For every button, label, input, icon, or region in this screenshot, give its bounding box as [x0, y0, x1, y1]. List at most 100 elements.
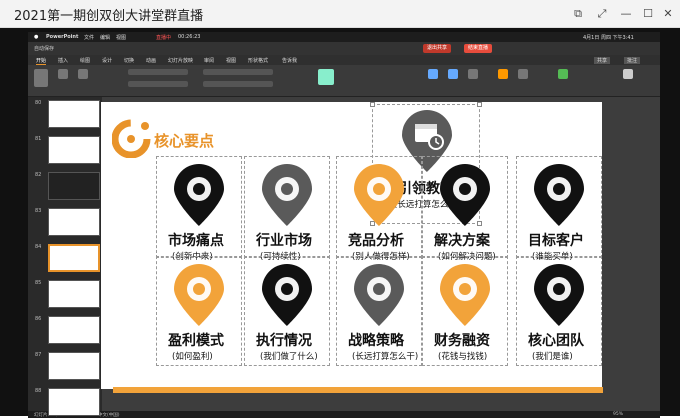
- pin-tools[interactable]: [170, 262, 228, 332]
- apple-icon[interactable]: ●: [34, 34, 38, 40]
- tab-slideshow[interactable]: 幻灯片放映: [168, 57, 193, 64]
- comment-button[interactable]: 批注: [624, 57, 641, 64]
- item-sub: (我们做了什么): [260, 352, 318, 362]
- slide-thumbnail[interactable]: [48, 100, 100, 128]
- pin-head-gear[interactable]: [436, 162, 494, 232]
- quick-access-bar: 自动保存 退出共享 结束直播: [28, 42, 660, 55]
- tab-review[interactable]: 审阅: [204, 57, 214, 64]
- thumbnail-number: 84: [35, 244, 42, 250]
- menu-view[interactable]: 视图: [116, 34, 126, 41]
- pin-window-icon[interactable]: ⧉: [570, 6, 586, 22]
- layout-icon[interactable]: [78, 69, 88, 79]
- calendar-clock-icon: [354, 263, 404, 326]
- shield-icon: [174, 163, 224, 226]
- smartart-icon[interactable]: [318, 69, 334, 85]
- textbox-icon[interactable]: [468, 69, 478, 79]
- language-indicator: 中文(中国): [98, 413, 120, 418]
- pin-globe[interactable]: [258, 162, 316, 232]
- shape-fill-icon[interactable]: [558, 69, 568, 79]
- tab-transitions[interactable]: 切换: [124, 57, 134, 64]
- shapes-icon[interactable]: [448, 69, 458, 79]
- menubar-app[interactable]: PowerPoint: [46, 34, 78, 40]
- brand-logo-icon: [111, 119, 151, 159]
- head-gear-icon: [440, 163, 490, 226]
- thumbnail-number: 86: [35, 316, 42, 322]
- item-label: 战略策略: [348, 333, 404, 349]
- item-label: 市场痛点: [168, 233, 224, 249]
- tab-draw[interactable]: 绘图: [80, 57, 90, 64]
- slide-title: 核心要点: [154, 132, 215, 150]
- tab-view[interactable]: 视图: [226, 57, 236, 64]
- item-sub: (长远打算怎么干): [352, 352, 419, 362]
- slide-thumbnail[interactable]: [48, 208, 100, 236]
- thumbnail-number: 83: [35, 208, 42, 214]
- tab-home[interactable]: 开始: [36, 57, 47, 65]
- minimize-icon[interactable]: —: [618, 6, 634, 22]
- quick-styles-icon[interactable]: [518, 69, 528, 79]
- item-label: 财务融资: [434, 333, 490, 349]
- tab-shape-format[interactable]: 形状格式: [248, 57, 268, 64]
- slide-thumbnail[interactable]: [48, 136, 100, 164]
- exit-share-button[interactable]: 退出共享: [423, 44, 452, 53]
- zoom-level[interactable]: 95%: [613, 412, 623, 417]
- paragraph-row[interactable]: [203, 69, 273, 75]
- font-style-row[interactable]: [128, 81, 188, 87]
- live-timer: 00:26:23: [178, 34, 201, 40]
- close-icon[interactable]: ✕: [660, 6, 676, 22]
- thumbnail-number: 80: [35, 100, 42, 106]
- auto-save-label[interactable]: 自动保存: [34, 45, 54, 52]
- new-slide-icon[interactable]: [58, 69, 68, 79]
- pin-shield[interactable]: [170, 162, 228, 232]
- slide-thumbnail[interactable]: [48, 244, 100, 272]
- item-label: 目标客户: [528, 233, 584, 249]
- pin-presentation[interactable]: [258, 262, 316, 332]
- tab-animations[interactable]: 动画: [146, 57, 156, 64]
- share-button[interactable]: 共享: [594, 57, 611, 64]
- mac-menubar: ● PowerPoint 文件 编辑 视图 直播中 00:26:23 4月1日 …: [28, 32, 660, 42]
- people-board-icon: [354, 163, 404, 226]
- books-icon: [534, 163, 584, 226]
- pin-books[interactable]: [530, 162, 588, 232]
- item-sub: (如何盈利): [172, 352, 213, 362]
- menu-edit[interactable]: 编辑: [100, 34, 110, 41]
- status-bar: 幻灯片 84 / 117 中文(中国) 95%: [28, 411, 660, 418]
- coins-icon: [440, 263, 490, 326]
- align-row[interactable]: [203, 81, 273, 87]
- end-live-button[interactable]: 结束直播: [464, 44, 493, 53]
- team-icon: [534, 263, 584, 326]
- thumbnail-number: 87: [35, 352, 42, 358]
- item-label: 行业市场: [256, 233, 312, 249]
- pin-people-board[interactable]: [350, 162, 408, 232]
- globe-icon: [262, 163, 312, 226]
- paste-icon[interactable]: [34, 69, 48, 87]
- slide-thumbnail[interactable]: [48, 172, 100, 200]
- thumbnail-number: 88: [35, 388, 42, 394]
- ribbon-tabs: 开始 插入 绘图 设计 切换 动画 幻灯片放映 审阅 视图 形状格式 告诉我 共…: [28, 55, 660, 65]
- item-label: 竞品分析: [348, 233, 404, 249]
- fullscreen-icon[interactable]: ⤢: [594, 6, 610, 22]
- live-indicator: 直播中: [156, 35, 172, 41]
- presentation-icon: [262, 263, 312, 326]
- pin-team[interactable]: [530, 262, 588, 332]
- slide-thumbnail[interactable]: [48, 352, 100, 380]
- item-label: 执行情况: [256, 333, 312, 349]
- pin-calendar-clock[interactable]: [350, 262, 408, 332]
- tab-insert[interactable]: 插入: [58, 57, 68, 64]
- maximize-icon[interactable]: ☐: [640, 6, 656, 22]
- menu-file[interactable]: 文件: [84, 34, 94, 41]
- slide-thumbnail[interactable]: [48, 280, 100, 308]
- arrange-icon[interactable]: [498, 69, 508, 79]
- pin-coins[interactable]: [436, 262, 494, 332]
- tab-design[interactable]: 设计: [102, 57, 112, 64]
- slide-thumbnail[interactable]: [48, 388, 100, 416]
- font-family-select[interactable]: [128, 69, 188, 75]
- designer-icon[interactable]: [623, 69, 633, 79]
- tab-tell-me[interactable]: 告诉我: [282, 57, 297, 64]
- selection-handle[interactable]: [370, 102, 375, 107]
- item-sub: (花钱与找钱): [438, 352, 488, 362]
- slide-thumbnail[interactable]: [48, 316, 100, 344]
- thumbnail-number: 85: [35, 280, 42, 286]
- item-label: 解决方案: [434, 233, 490, 249]
- picture-icon[interactable]: [428, 69, 438, 79]
- selection-handle[interactable]: [477, 102, 482, 107]
